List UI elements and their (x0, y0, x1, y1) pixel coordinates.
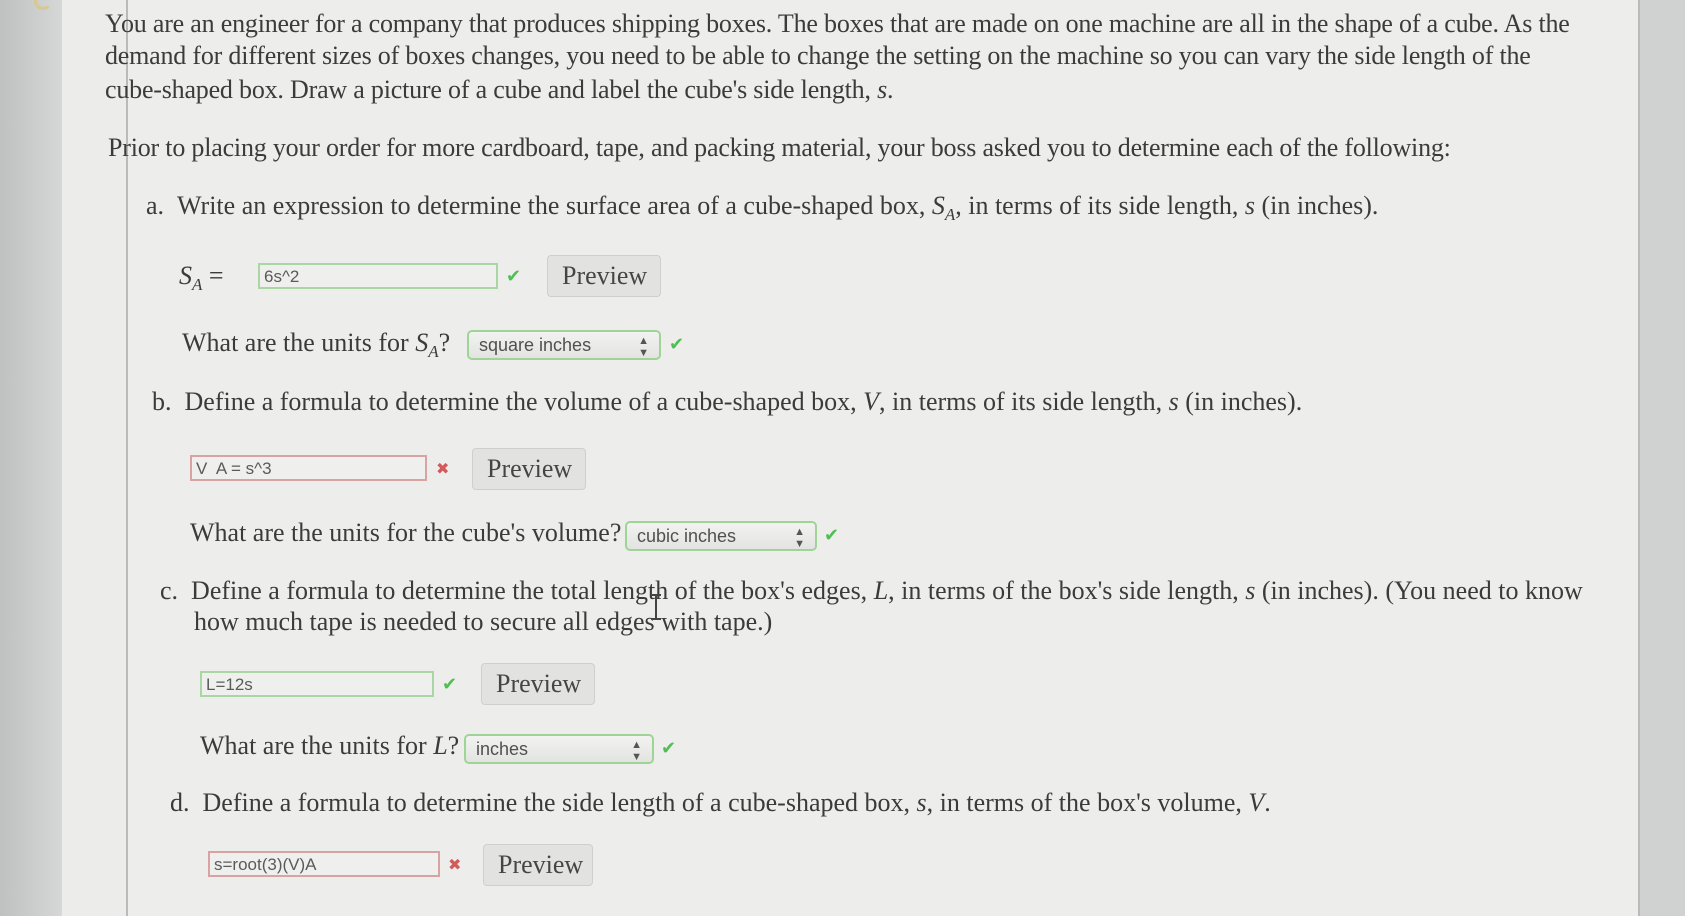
check-icon: ✔ (824, 525, 840, 546)
var-subscript: A (192, 275, 203, 294)
question-text: . (1264, 788, 1271, 817)
intro-text: You are an engineer for a company that p… (105, 9, 1570, 38)
part-b-question: b. Define a formula to determine the vol… (152, 386, 1302, 418)
part-d-question: d. Define a formula to determine the sid… (170, 787, 1271, 819)
question-text: , in terms of the box's volume, (926, 788, 1249, 817)
var-s: s (1168, 387, 1179, 416)
question-text: ? (447, 731, 460, 760)
equals-sign: = (202, 261, 224, 290)
question-text: Define a formula to determine the volume… (184, 387, 864, 416)
check-icon: ✔ (669, 334, 685, 355)
intro-text: demand for different sizes of boxes chan… (105, 41, 1531, 70)
part-d-marker: d. (170, 788, 190, 817)
prompt-text: Prior to placing your order for more car… (108, 133, 1451, 162)
check-icon: ✔ (442, 674, 458, 695)
select-arrows-icon: ▲ ▼ (794, 526, 805, 550)
var-s: s (1244, 191, 1255, 220)
question-text: , in terms of the box's side length, (888, 576, 1246, 605)
intro-line-1: You are an engineer for a company that p… (105, 6, 1570, 41)
part-c-preview-button[interactable]: Preview (481, 663, 595, 705)
cross-icon: ✖ (436, 459, 450, 478)
question-text: , in terms of its side length, (955, 191, 1245, 220)
part-b-units-question: What are the units for the cube's volume… (190, 518, 622, 547)
var-V: V (1248, 788, 1265, 817)
selected-value: inches (476, 739, 529, 759)
select-arrows-icon: ▲ ▼ (638, 335, 649, 359)
part-a-preview-button[interactable]: Preview (547, 255, 661, 297)
question-text: (in inches). (1254, 191, 1379, 220)
question-text: , in terms of its side length, (879, 387, 1169, 416)
question-text: Write an expression to determine the sur… (177, 191, 932, 220)
var-L: L (433, 731, 448, 760)
part-a-units-select[interactable]: square inches ▲ ▼ (467, 330, 661, 360)
part-b-units-select[interactable]: cubic inches ▲ ▼ (625, 521, 817, 551)
part-c-units-select[interactable]: inches ▲ ▼ (464, 734, 654, 764)
var-L: L (873, 576, 889, 605)
var-subscript: A (944, 205, 956, 224)
var-s: s (877, 75, 887, 104)
check-icon: ✔ (506, 266, 522, 287)
part-c-units-question: What are the units for L? (200, 730, 459, 762)
question-text: Define a formula to determine the side l… (202, 788, 917, 817)
part-b-answer-input[interactable]: V A = s^3 (190, 455, 427, 481)
question-text: What are the units for (200, 731, 434, 760)
part-a-question: a. Write an expression to determine the … (146, 190, 1378, 231)
select-arrows-icon: ▲ ▼ (631, 739, 642, 763)
var-S: S (179, 261, 192, 290)
var-s: s (1245, 576, 1256, 605)
selected-value: square inches (479, 335, 592, 355)
part-c-answer-input[interactable]: L=12s (200, 671, 434, 697)
right-edge (1640, 0, 1685, 916)
left-gutter (0, 0, 62, 916)
var-V: V (863, 387, 880, 416)
part-a-answer-input[interactable]: 6s^2 (258, 263, 498, 289)
question-text: (in inches). (You need to know (1255, 576, 1583, 605)
part-a-marker: a. (146, 191, 165, 220)
part-d-preview-button[interactable]: Preview (483, 844, 593, 886)
var-subscript: A (428, 342, 439, 361)
var-S: S (415, 328, 429, 357)
part-c-question-line-2: how much tape is needed to secure all ed… (194, 607, 773, 636)
intro-text: . (887, 75, 894, 104)
intro-line-2: demand for different sizes of boxes chan… (105, 38, 1531, 73)
part-a-answer-label: SA = (179, 260, 224, 301)
part-d-answer-input[interactable]: s=root(3)(V)A (208, 851, 440, 877)
var-s: s (916, 788, 927, 817)
var-S: S (931, 191, 945, 220)
selected-value: cubic inches (637, 526, 737, 546)
text-cursor-icon (651, 594, 661, 620)
part-b-preview-button[interactable]: Preview (472, 448, 586, 490)
part-b-marker: b. (152, 387, 172, 416)
part-c-question-line-1: c. Define a formula to determine the tot… (160, 575, 1583, 607)
part-a-units-question: What are the units for SA? (182, 327, 450, 368)
cross-icon: ✖ (448, 855, 462, 874)
question-text: (in inches). (1178, 387, 1303, 416)
question-text: What are the units for (182, 328, 416, 357)
check-icon: ✔ (661, 738, 677, 759)
intro-line-3: cube-shaped box. Draw a picture of a cub… (105, 72, 894, 107)
question-text: ? (438, 328, 451, 357)
intro-text: cube-shaped box. Draw a picture of a cub… (105, 75, 878, 104)
part-c-marker: c. (160, 576, 179, 605)
question-text: Define a formula to determine the total … (191, 576, 874, 605)
